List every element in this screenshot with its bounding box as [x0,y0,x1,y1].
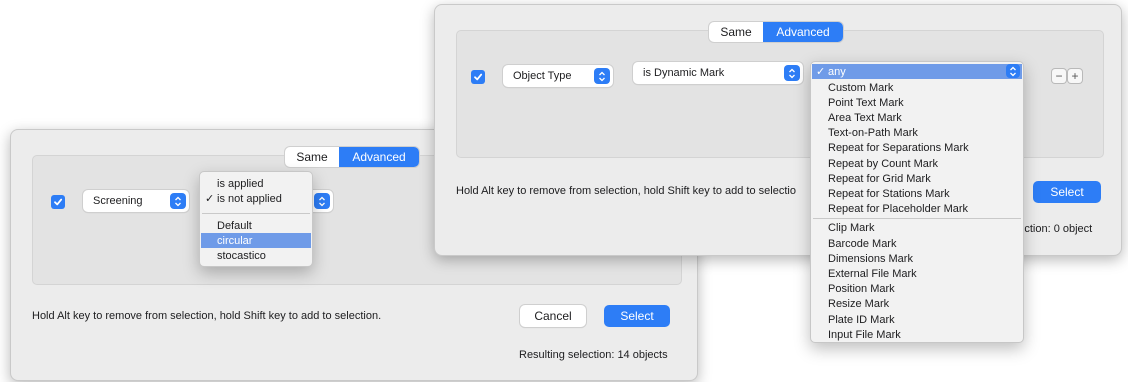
checkmark-icon: ✓ [205,193,215,205]
tab-same[interactable]: Same [709,22,763,42]
hint-text: Hold Alt key to remove from selection, h… [32,310,382,322]
minus-icon: − [1055,69,1063,83]
plus-icon: + [1071,69,1079,83]
menu-item-mark[interactable]: Barcode Mark [812,236,1022,251]
menu-separator [202,213,310,214]
mode-segmented-control: Same Advanced [709,22,843,42]
checkmark-icon [474,73,483,81]
menu-item-is-applied[interactable]: is applied [201,176,311,191]
tab-same[interactable]: Same [285,147,339,167]
menu-item-mark[interactable]: Repeat for Stations Mark [812,186,1022,201]
select-button[interactable]: Select [1033,181,1101,203]
menu-item-mark[interactable]: Point Text Mark [812,95,1022,110]
field-popup-value: Object Type [513,70,572,82]
field-popup[interactable]: Object Type [503,65,613,87]
menu-item-stocastico[interactable]: stocastico [201,248,311,263]
menu-item-mark[interactable]: Plate ID Mark [812,312,1022,327]
checkmark-icon: ✓ [816,66,826,78]
menu-item-mark[interactable]: Clip Mark [812,221,1022,236]
menu-item-mark[interactable]: Position Mark [812,282,1022,297]
popup-arrows-icon [784,65,800,81]
select-button[interactable]: Select [604,305,670,327]
popup-arrows-icon [170,193,186,209]
rule-checkbox[interactable] [51,195,65,209]
add-rule-button[interactable]: + [1068,69,1082,83]
tab-advanced[interactable]: Advanced [339,147,419,167]
menu-item-any[interactable]: ✓ any [812,64,1022,79]
menu-item-mark[interactable]: Resize Mark [812,297,1022,312]
condition-popup[interactable]: is Dynamic Mark [633,62,803,84]
menu-item-mark[interactable]: Area Text Mark [812,110,1022,125]
mode-segmented-control: Same Advanced [285,147,419,167]
menu-item-is-not-applied[interactable]: ✓ is not applied [201,191,311,206]
menu-item-mark[interactable]: Custom Mark [812,80,1022,95]
field-popup-value: Screening [93,195,143,207]
condition-popup-value: is Dynamic Mark [643,67,725,79]
menu-item-mark[interactable]: Dimensions Mark [812,251,1022,266]
result-text: Resulting selection: 14 objects [519,349,668,361]
field-popup[interactable]: Screening [83,190,189,212]
menu-item-default[interactable]: Default [201,218,311,233]
cancel-button[interactable]: Cancel [520,305,586,327]
rule-checkbox[interactable] [471,70,485,84]
popup-arrows-icon [1006,64,1020,78]
menu-item-circular[interactable]: circular [201,233,311,248]
condition-dropdown-menu: is applied ✓ is not applied Default circ… [199,171,313,267]
menu-item-mark[interactable]: Text-on-Path Mark [812,126,1022,141]
value-dropdown-menu: ✓ any Custom Mark Point Text Mark Area Tex… [810,61,1024,343]
menu-item-mark[interactable]: External File Mark [812,266,1022,281]
hint-text: Hold Alt key to remove from selection, h… [456,185,796,197]
popup-arrows-icon [314,193,330,209]
menu-item-mark[interactable]: Repeat for Placeholder Mark [812,202,1022,217]
menu-item-mark[interactable]: Repeat for Grid Mark [812,171,1022,186]
remove-rule-button[interactable]: − [1052,69,1066,83]
popup-arrows-icon [594,68,610,84]
checkmark-icon [54,198,63,206]
menu-item-mark[interactable]: Input File Mark [812,327,1022,342]
menu-item-mark[interactable]: Repeat for Separations Mark [812,141,1022,156]
tab-advanced[interactable]: Advanced [763,22,843,42]
menu-separator [813,217,1021,219]
menu-item-mark[interactable]: Repeat by Count Mark [812,156,1022,171]
